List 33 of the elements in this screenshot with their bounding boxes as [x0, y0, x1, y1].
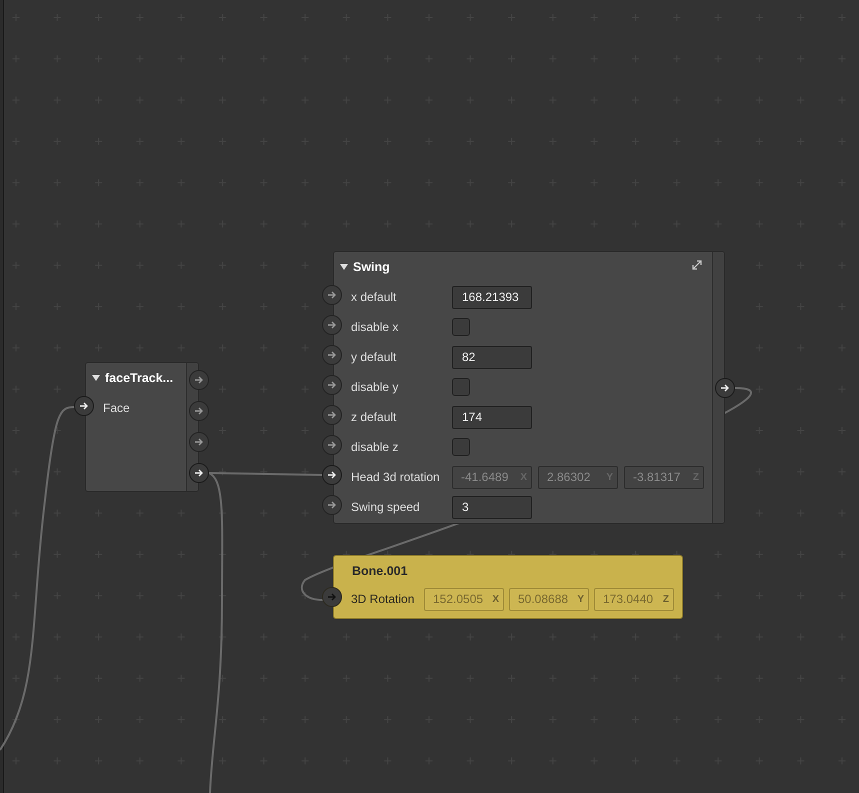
- checkbox[interactable]: [452, 438, 470, 456]
- maximize-icon[interactable]: [692, 260, 702, 270]
- field-value: -41.6489: [461, 469, 508, 486]
- field-label: disable y: [351, 380, 398, 394]
- node-title: faceTrack...: [105, 370, 174, 387]
- checkbox[interactable]: [452, 378, 470, 396]
- node-panel[interactable]: faceTrack... Face: [85, 362, 199, 492]
- axis-label: X: [492, 592, 499, 606]
- field-value: 50.08688: [518, 591, 568, 608]
- field-label: Swing speed: [351, 500, 420, 514]
- collapse-icon[interactable]: [92, 375, 100, 381]
- field-label: x default: [351, 290, 396, 304]
- axis-label: Z: [662, 592, 669, 606]
- node-title: Swing: [353, 258, 390, 276]
- field-label: 3D Rotation: [351, 592, 414, 606]
- field-label: y default: [351, 350, 396, 364]
- number-field[interactable]: 3: [452, 496, 532, 518]
- axis-label: Y: [577, 592, 584, 606]
- field-label: disable x: [351, 320, 398, 334]
- field-value: -3.81317: [633, 469, 680, 486]
- field-label: Face: [103, 400, 130, 417]
- number-field[interactable]: 174: [452, 406, 532, 428]
- checkbox[interactable]: [452, 318, 470, 336]
- field-value: 2.86302: [547, 469, 590, 486]
- field-label: disable z: [351, 440, 398, 454]
- field-value: 152.0505: [433, 591, 484, 608]
- field-value: 173.0440: [603, 591, 654, 608]
- number-field[interactable]: 82: [452, 346, 532, 368]
- field-label: Head 3d rotation: [351, 470, 440, 484]
- node-title: Bone.001: [351, 562, 408, 580]
- number-field[interactable]: 168.21393: [452, 286, 532, 308]
- collapse-icon[interactable]: [340, 264, 348, 270]
- field-label: z default: [351, 410, 396, 424]
